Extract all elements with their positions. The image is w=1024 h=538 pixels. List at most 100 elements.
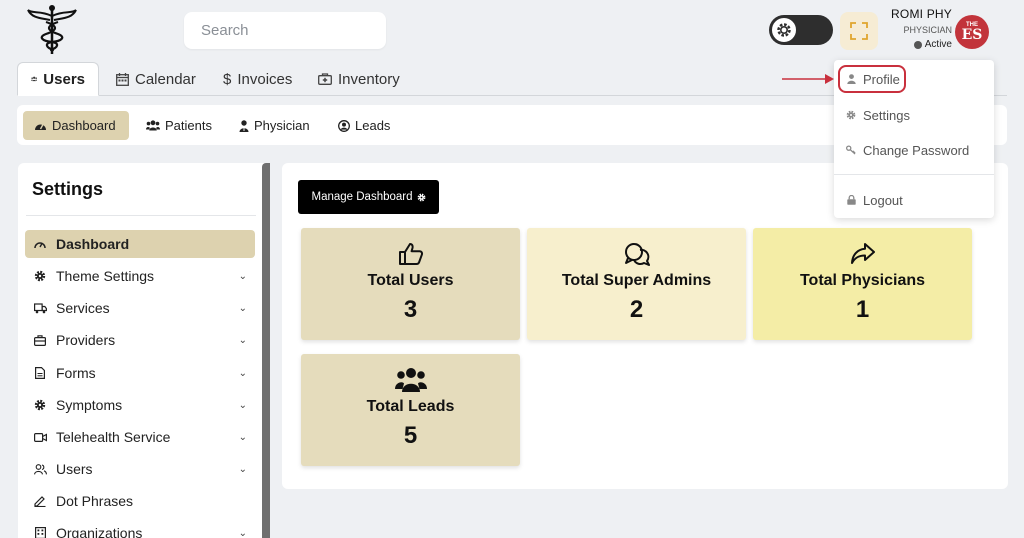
briefcase-icon [33, 333, 47, 347]
search-box[interactable] [184, 12, 400, 49]
stat-card-total-users[interactable]: Total Users 3 [301, 228, 520, 340]
sidebar-item-label: Organizations [56, 525, 143, 538]
chevron-down-icon[interactable]: ⌄ [239, 400, 247, 411]
subtab-leads[interactable]: Leads [327, 111, 401, 140]
gear-icon [33, 398, 47, 412]
user-info[interactable]: ROMI PHY PHYSICIAN Active [880, 7, 952, 50]
search-input[interactable] [201, 22, 400, 39]
status-dot [913, 40, 922, 49]
chevron-down-icon[interactable]: ⌄ [239, 528, 247, 538]
gear-icon [777, 23, 791, 37]
arrow-pointer-icon [782, 74, 834, 84]
top-bar: ROMI PHY PHYSICIAN Active THE ES [0, 0, 1024, 62]
tab-label: Inventory [338, 70, 400, 88]
chevron-down-icon[interactable]: ⌄ [239, 368, 247, 379]
sidebar-item-label: Symptoms [56, 397, 123, 413]
tab-calendar[interactable]: Calendar [103, 62, 209, 96]
sidebar-item-label: Services [56, 300, 110, 316]
tab-inventory[interactable]: Inventory [305, 62, 413, 96]
card-value: 3 [403, 296, 418, 323]
settings-title: Settings [32, 179, 104, 199]
lock-icon [846, 195, 856, 205]
share-arrow-icon [850, 241, 876, 267]
users-icon [31, 76, 38, 82]
building-icon [33, 526, 47, 538]
chevron-down-icon[interactable]: ⌄ [239, 335, 247, 346]
card-label: Total Physicians [799, 272, 926, 289]
menu-item-label: Logout [863, 192, 903, 208]
sidebar-item-users[interactable]: Users ⌄ [25, 455, 255, 483]
tab-label: Users [43, 70, 85, 88]
profile-highlight-ring [838, 65, 906, 93]
divider [26, 215, 256, 216]
card-value: 2 [629, 296, 644, 323]
gauge-icon [35, 124, 46, 130]
sidebar-item-symptoms[interactable]: Symptoms ⌄ [25, 391, 255, 419]
tab-invoices[interactable]: $ Invoices [210, 62, 305, 96]
gauge-icon [33, 237, 47, 251]
sidebar-item-label: Theme Settings [56, 268, 155, 284]
pen-icon [33, 494, 47, 508]
sidebar-item-label: Forms [56, 365, 96, 381]
medkit-icon [318, 73, 332, 85]
menu-item-logout[interactable]: Logout [834, 186, 994, 214]
card-label: Total Users [367, 272, 454, 289]
video-icon [33, 430, 47, 444]
users-outline-icon [33, 462, 47, 476]
subtab-physician[interactable]: Physician [228, 111, 321, 140]
manage-dashboard-button[interactable]: Manage Dashboard [298, 180, 439, 214]
sidebar-item-label: Dot Phrases [56, 493, 134, 509]
subtab-dashboard[interactable]: Dashboard [23, 111, 129, 140]
menu-divider [834, 174, 994, 175]
chevron-down-icon[interactable]: ⌄ [239, 464, 247, 475]
sidebar-item-dot-phrases[interactable]: Dot Phrases [25, 487, 255, 515]
key-icon [846, 145, 856, 155]
menu-item-change-password[interactable]: Change Password [834, 136, 994, 164]
chevron-down-icon[interactable]: ⌄ [239, 271, 247, 282]
fullscreen-button[interactable] [840, 12, 878, 50]
caduceus-logo[interactable] [24, 4, 80, 56]
subtab-label: Dashboard [52, 118, 116, 133]
sidebar-item-label: Users [56, 461, 93, 477]
sidebar-item-services[interactable]: Services ⌄ [25, 294, 255, 322]
theme-toggle[interactable] [769, 15, 833, 45]
gear-icon [846, 110, 856, 120]
sidebar-item-dashboard[interactable]: Dashboard [25, 230, 255, 258]
sidebar-item-providers[interactable]: Providers ⌄ [25, 326, 255, 354]
chevron-down-icon[interactable]: ⌄ [239, 432, 247, 443]
stat-card-total-leads[interactable]: Total Leads 5 [301, 354, 520, 466]
sidebar-item-label: Dashboard [56, 236, 130, 252]
file-icon [33, 366, 47, 380]
sidebar-item-telehealth-service[interactable]: Telehealth Service ⌄ [25, 423, 255, 451]
tab-label: Invoices [237, 70, 293, 88]
tab-users[interactable]: Users [17, 62, 99, 96]
stat-card-total-physicians[interactable]: Total Physicians 1 [753, 228, 972, 340]
sidebar-scrollbar[interactable] [262, 163, 270, 538]
status-text: Active [924, 39, 952, 50]
users-group-icon [394, 367, 427, 393]
menu-item-settings[interactable]: Settings [834, 101, 994, 129]
toggle-knob [770, 16, 798, 44]
chat-bubbles-icon [623, 241, 651, 267]
truck-icon [33, 301, 47, 315]
doctor-icon [239, 119, 249, 132]
chevron-down-icon[interactable]: ⌄ [239, 303, 247, 314]
user-role: PHYSICIAN [903, 25, 952, 35]
subtab-label: Patients [165, 118, 212, 133]
card-label: Total Leads [366, 398, 455, 415]
menu-item-label: Settings [863, 107, 910, 123]
calendar-icon [116, 72, 129, 86]
user-name: ROMI PHY [891, 7, 952, 21]
avatar[interactable]: THE ES [955, 15, 989, 49]
stat-card-total-super-admins[interactable]: Total Super Admins 2 [527, 228, 746, 340]
sidebar-item-forms[interactable]: Forms ⌄ [25, 359, 255, 387]
subtab-patients[interactable]: Patients [135, 111, 223, 140]
sidebar-item-organizations[interactable]: Organizations ⌄ [25, 519, 255, 538]
users-icon [146, 120, 160, 131]
card-value: 5 [403, 422, 418, 449]
sidebar-item-label: Providers [56, 332, 116, 348]
sidebar-item-theme-settings[interactable]: Theme Settings ⌄ [25, 262, 255, 290]
thumbs-up-icon [398, 241, 424, 267]
sidebar-item-label: Telehealth Service [56, 429, 171, 445]
card-value: 1 [855, 296, 870, 323]
